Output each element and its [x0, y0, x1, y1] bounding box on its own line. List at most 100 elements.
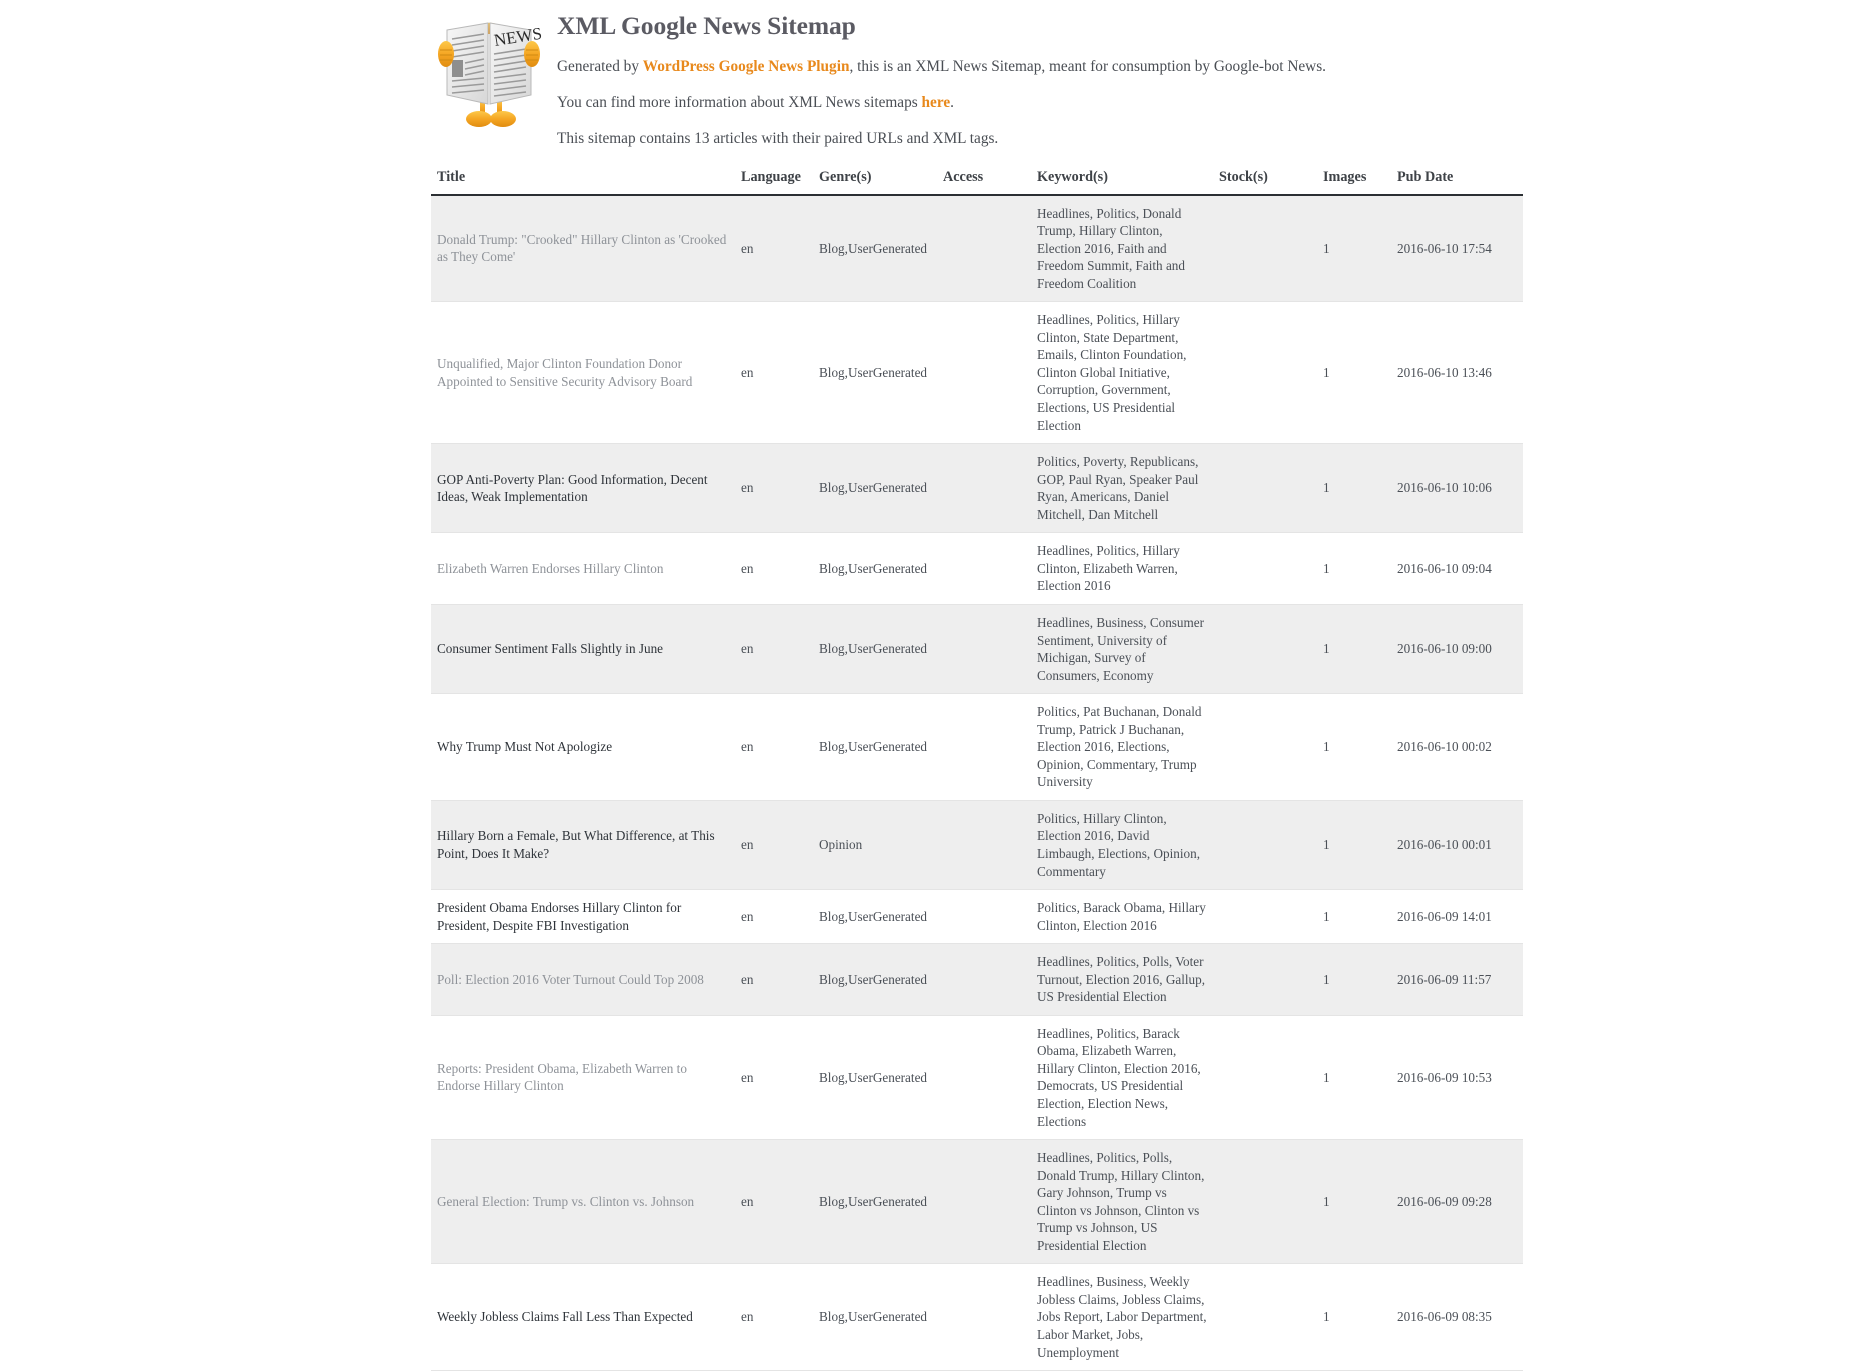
cell-pub-date: 2016-06-09 10:53 [1391, 1015, 1523, 1141]
cell-pub-date: 2016-06-10 00:02 [1391, 693, 1523, 801]
cell-language: en [735, 1263, 813, 1371]
cell-title: GOP Anti-Poverty Plan: Good Information,… [431, 443, 735, 534]
cell-pub-date: 2016-06-10 13:46 [1391, 301, 1523, 445]
article-title-link[interactable]: Donald Trump: "Crooked" Hillary Clinton … [437, 232, 726, 265]
cell-keywords-text: Politics, Poverty, Republicans, GOP, Pau… [1037, 454, 1199, 522]
cell-keywords: Headlines, Politics, Hillary Clinton, El… [1031, 532, 1213, 605]
cell-genres: Blog,UserGenerated [813, 943, 937, 1016]
column-header-genres[interactable]: Genre(s) [813, 164, 937, 196]
cell-images: 1 [1317, 943, 1391, 1016]
cell-genres: Blog,UserGenerated [813, 532, 937, 605]
cell-images-text: 1 [1323, 560, 1330, 576]
sitemap-table: Title Language Genre(s) Access Keyword(s… [431, 164, 1523, 1371]
cell-stocks [1213, 693, 1317, 801]
table-row: Reports: President Obama, Elizabeth Warr… [431, 1015, 1523, 1141]
cell-keywords-text: Headlines, Politics, Polls, Voter Turnou… [1037, 954, 1206, 1005]
table-row: General Election: Trump vs. Clinton vs. … [431, 1139, 1523, 1265]
column-header-images[interactable]: Images [1317, 164, 1391, 196]
article-title-link[interactable]: President Obama Endorses Hillary Clinton… [437, 900, 681, 933]
more-info-prefix: You can find more information about XML … [557, 94, 922, 112]
cell-title: General Election: Trump vs. Clinton vs. … [431, 1139, 735, 1265]
cell-keywords: Politics, Hillary Clinton, Election 2016… [1031, 800, 1213, 891]
column-header-access[interactable]: Access [937, 164, 1031, 196]
page-header: NEWS XML Google News Sitemap Generated b… [431, 8, 1441, 151]
cell-keywords-text: Headlines, Business, Consumer Sentiment,… [1037, 614, 1205, 683]
article-title-link[interactable]: Elizabeth Warren Endorses Hillary Clinto… [437, 561, 664, 576]
cell-images-text: 1 [1323, 240, 1330, 256]
cell-stocks [1213, 604, 1317, 695]
table-row: Donald Trump: "Crooked" Hillary Clinton … [431, 194, 1523, 303]
cell-title: Poll: Election 2016 Voter Turnout Could … [431, 943, 735, 1016]
cell-images: 1 [1317, 1263, 1391, 1371]
article-title-link[interactable]: Consumer Sentiment Falls Slightly in Jun… [437, 641, 663, 656]
cell-title: Unqualified, Major Clinton Foundation Do… [431, 301, 735, 445]
page-title: XML Google News Sitemap [557, 11, 856, 40]
table-row: Unqualified, Major Clinton Foundation Do… [431, 301, 1523, 445]
cell-keywords-text: Headlines, Business, Weekly Jobless Clai… [1037, 1274, 1207, 1360]
generated-by-prefix: Generated by [557, 58, 643, 76]
column-header-keywords[interactable]: Keyword(s) [1031, 164, 1213, 196]
wordpress-plugin-link[interactable]: WordPress Google News Plugin [643, 58, 850, 75]
cell-pub-date-text: 2016-06-10 00:01 [1397, 837, 1492, 853]
table-row: President Obama Endorses Hillary Clinton… [431, 889, 1523, 945]
cell-language: en [735, 194, 813, 303]
cell-access [937, 604, 1031, 695]
cell-images-text: 1 [1323, 480, 1330, 496]
cell-access [937, 301, 1031, 445]
more-info-suffix: . [950, 94, 954, 112]
cell-pub-date-text: 2016-06-09 09:28 [1397, 1193, 1492, 1209]
column-header-pub-date[interactable]: Pub Date [1391, 164, 1523, 196]
cell-title: Reports: President Obama, Elizabeth Warr… [431, 1015, 735, 1141]
cell-pub-date: 2016-06-09 14:01 [1391, 889, 1523, 945]
generated-by-line: Generated by WordPress Google News Plugi… [557, 56, 1441, 78]
article-title-link[interactable]: Hillary Born a Female, But What Differen… [437, 828, 715, 861]
article-title-link[interactable]: Why Trump Must Not Apologize [437, 739, 612, 754]
cell-language: en [735, 943, 813, 1016]
cell-language: en [735, 532, 813, 605]
article-title-link[interactable]: Unqualified, Major Clinton Foundation Do… [437, 356, 692, 389]
cell-keywords: Politics, Pat Buchanan, Donald Trump, Pa… [1031, 693, 1213, 801]
article-title-link[interactable]: Weekly Jobless Claims Fall Less Than Exp… [437, 1309, 693, 1324]
cell-stocks [1213, 1139, 1317, 1265]
article-count-line: This sitemap contains 13 articles with t… [557, 130, 999, 148]
table-row: Weekly Jobless Claims Fall Less Than Exp… [431, 1263, 1523, 1371]
cell-keywords-text: Headlines, Politics, Hillary Clinton, El… [1037, 543, 1180, 594]
cell-genres: Blog,UserGenerated [813, 301, 937, 445]
cell-pub-date-text: 2016-06-10 13:46 [1397, 364, 1492, 380]
column-header-stocks[interactable]: Stock(s) [1213, 164, 1317, 196]
cell-title: Why Trump Must Not Apologize [431, 693, 735, 801]
cell-images: 1 [1317, 1015, 1391, 1141]
cell-language: en [735, 889, 813, 945]
cell-images-text: 1 [1323, 641, 1330, 657]
cell-keywords: Headlines, Politics, Barack Obama, Eliza… [1031, 1015, 1213, 1141]
article-title-link[interactable]: Reports: President Obama, Elizabeth Warr… [437, 1061, 687, 1094]
column-header-title[interactable]: Title [431, 164, 735, 196]
cell-genres: Blog,UserGenerated [813, 693, 937, 801]
article-title-link[interactable]: General Election: Trump vs. Clinton vs. … [437, 1194, 694, 1209]
cell-access [937, 443, 1031, 534]
cell-language: en [735, 443, 813, 534]
table-row: Poll: Election 2016 Voter Turnout Could … [431, 943, 1523, 1016]
cell-genres: Opinion [813, 800, 937, 891]
cell-pub-date: 2016-06-10 10:06 [1391, 443, 1523, 534]
column-header-language[interactable]: Language [735, 164, 813, 196]
cell-keywords: Politics, Barack Obama, Hillary Clinton,… [1031, 889, 1213, 945]
cell-keywords: Politics, Poverty, Republicans, GOP, Pau… [1031, 443, 1213, 534]
news-mascot-icon: NEWS [431, 8, 547, 132]
cell-access [937, 800, 1031, 891]
cell-images-text: 1 [1323, 364, 1330, 380]
cell-title: Elizabeth Warren Endorses Hillary Clinto… [431, 532, 735, 605]
article-title-link[interactable]: GOP Anti-Poverty Plan: Good Information,… [437, 472, 708, 505]
here-link[interactable]: here [922, 94, 951, 111]
cell-stocks [1213, 443, 1317, 534]
cell-images-text: 1 [1323, 1309, 1330, 1325]
sitemap-table-wrapper: Title Language Genre(s) Access Keyword(s… [431, 164, 1523, 1371]
cell-language: en [735, 693, 813, 801]
cell-images-text: 1 [1323, 1069, 1330, 1085]
cell-images: 1 [1317, 301, 1391, 445]
cell-pub-date-text: 2016-06-10 00:02 [1397, 739, 1492, 755]
cell-keywords-text: Headlines, Politics, Polls, Donald Trump… [1037, 1150, 1205, 1253]
article-title-link[interactable]: Poll: Election 2016 Voter Turnout Could … [437, 972, 704, 987]
cell-title: Donald Trump: "Crooked" Hillary Clinton … [431, 194, 735, 303]
cell-access [937, 1139, 1031, 1265]
